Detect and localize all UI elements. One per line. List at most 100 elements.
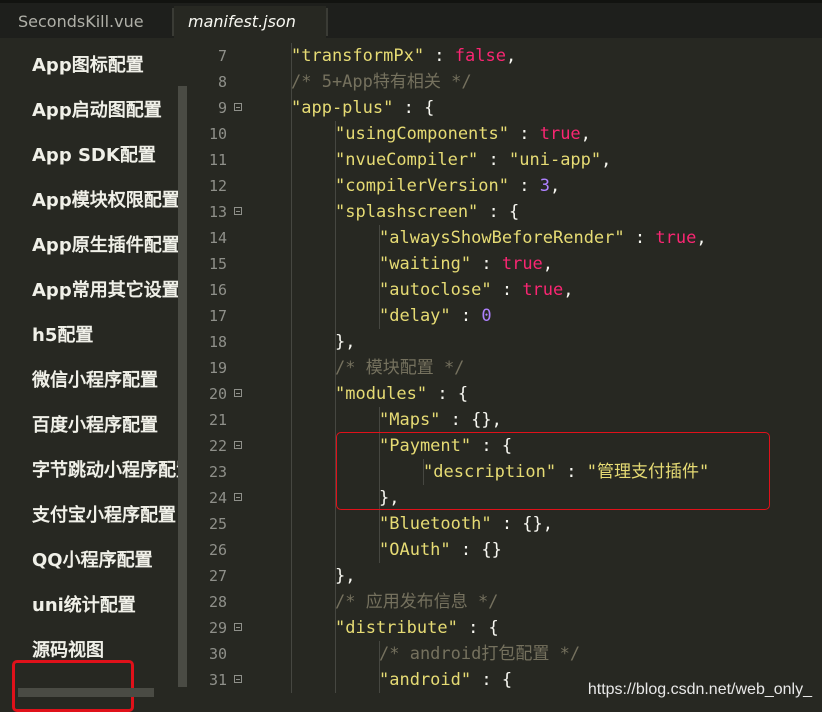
code-token: }, (335, 332, 356, 352)
code-token: "modules" (335, 384, 428, 404)
code-line: 13 "splashscreen" : { (187, 199, 822, 225)
sidebar-item[interactable]: 微信小程序配置 (32, 366, 180, 396)
watermark-text: https://blog.csdn.net/web_only_ (587, 681, 812, 698)
code-text: "OAuth" : {} (379, 537, 502, 563)
code-token: , (549, 176, 561, 196)
code-token: , (601, 150, 612, 170)
line-number: 8 (217, 73, 227, 91)
fold-toggle-icon[interactable] (234, 207, 242, 215)
code-token: "compilerVersion" (335, 176, 509, 196)
code-token: "Bluetooth" (379, 514, 492, 534)
fold-toggle-icon[interactable] (234, 103, 242, 111)
sidebar-item[interactable]: App模块权限配置 (32, 186, 180, 216)
code-token: , (696, 228, 707, 248)
line-number: 27 (208, 567, 227, 585)
code-token: : { (471, 670, 513, 690)
code-token: true (539, 124, 581, 144)
sidebar-item[interactable]: App SDK配置 (32, 141, 180, 171)
code-token: : {}, (440, 410, 502, 430)
code-line: 10 "usingComponents" : true, (187, 121, 822, 147)
code-text: }, (335, 329, 355, 355)
line-number: 13 (208, 203, 227, 221)
code-token: , (542, 254, 554, 274)
sidebar-vertical-scrollbar[interactable] (178, 86, 187, 687)
code-token: "waiting" (379, 254, 472, 274)
code-token: true (522, 280, 564, 300)
code-token: : (509, 176, 540, 196)
line-number: 12 (208, 177, 227, 195)
code-token: : (424, 46, 455, 66)
code-text: "alwaysShowBeforeRender" : true, (379, 225, 707, 251)
line-number: 23 (208, 463, 227, 481)
code-token: "delay" (379, 306, 451, 326)
code-token: : (491, 280, 523, 300)
code-token: true (501, 254, 543, 274)
line-number: 14 (208, 229, 227, 247)
code-token: "usingComponents" (335, 124, 509, 144)
code-line: 21 "Maps" : {}, (187, 407, 822, 433)
code-line: 11 "nvueCompiler" : "uni-app", (187, 147, 822, 173)
code-token: "splashscreen" (335, 202, 479, 222)
sidebar-item[interactable]: App启动图配置 (32, 96, 180, 126)
code-text: /* android打包配置 */ (379, 641, 580, 667)
code-line: 17 "delay" : 0 (187, 303, 822, 329)
code-line: 20 "modules" : { (187, 381, 822, 407)
code-text: "compilerVersion" : 3, (335, 173, 560, 199)
sidebar-item[interactable]: 字节跳动小程序配置 (32, 456, 180, 486)
code-line: 19 /* 模块配置 */ (187, 355, 822, 381)
fold-toggle-icon[interactable] (234, 623, 242, 631)
line-number: 20 (208, 385, 227, 403)
sidebar-item[interactable]: h5配置 (32, 321, 180, 351)
fold-toggle-icon[interactable] (234, 675, 242, 683)
code-text: /* 模块配置 */ (335, 355, 464, 381)
code-token: "OAuth" (379, 540, 451, 560)
code-token: : (450, 306, 482, 326)
tab-secondskill-vue[interactable]: SecondsKill.vue (6, 6, 172, 38)
code-text: "splashscreen" : { (335, 199, 519, 225)
line-number: 18 (208, 333, 227, 351)
code-token: : (478, 150, 510, 170)
sidebar-item[interactable]: App原生插件配置 (32, 231, 180, 261)
fold-toggle-icon[interactable] (234, 441, 242, 449)
code-text: "app-plus" : { (291, 95, 434, 121)
sidebar-item[interactable]: App常用其它设置 (32, 276, 180, 306)
code-token: "Maps" (379, 410, 441, 430)
tab-manifest-json[interactable]: manifest.json (174, 6, 326, 38)
sidebar-item[interactable]: QQ小程序配置 (32, 546, 180, 576)
code-line: 30 /* android打包配置 */ (187, 641, 822, 667)
sidebar-item[interactable]: 百度小程序配置 (32, 411, 180, 441)
code-token: "autoclose" (379, 280, 492, 300)
code-token: , (563, 280, 574, 300)
code-line: 8 /* 5+App特有相关 */ (187, 69, 822, 95)
code-token: /* 模块配置 */ (335, 358, 465, 378)
fold-toggle-icon[interactable] (234, 493, 242, 501)
sidebar-item[interactable]: 支付宝小程序配置 (32, 501, 180, 531)
code-text: "usingComponents" : true, (335, 121, 591, 147)
code-token: : (624, 228, 656, 248)
code-line: 7 "transformPx" : false, (187, 43, 822, 69)
fold-toggle-icon[interactable] (234, 389, 242, 397)
sidebar-horizontal-scrollbar[interactable] (18, 688, 154, 697)
tab-separator (326, 8, 328, 36)
code-token: "app-plus" (291, 98, 394, 118)
code-editor[interactable]: 7 "transformPx" : false, 8 /* 5+App特有相关 */ 9… (187, 38, 822, 709)
code-token: "android" (379, 670, 472, 690)
code-text: "delay" : 0 (379, 303, 492, 329)
code-token: : {}, (491, 514, 554, 534)
line-number: 22 (208, 437, 227, 455)
code-token: , (580, 124, 591, 144)
line-number: 25 (208, 515, 227, 533)
code-text: "android" : { (379, 667, 512, 693)
code-line: 12 "compilerVersion" : 3, (187, 173, 822, 199)
code-line: 25 "Bluetooth" : {}, (187, 511, 822, 537)
code-text: "autoclose" : true, (379, 277, 574, 303)
sidebar-item[interactable]: App图标配置 (32, 51, 180, 81)
code-token: : { (457, 618, 499, 638)
sidebar-item[interactable]: uni统计配置 (32, 591, 180, 621)
line-number: 16 (208, 281, 227, 299)
code-text: "transformPx" : false, (291, 43, 516, 69)
code-text: "modules" : { (335, 381, 468, 407)
line-number: 9 (217, 99, 227, 117)
line-number: 30 (208, 645, 227, 663)
code-token: true (655, 228, 697, 248)
